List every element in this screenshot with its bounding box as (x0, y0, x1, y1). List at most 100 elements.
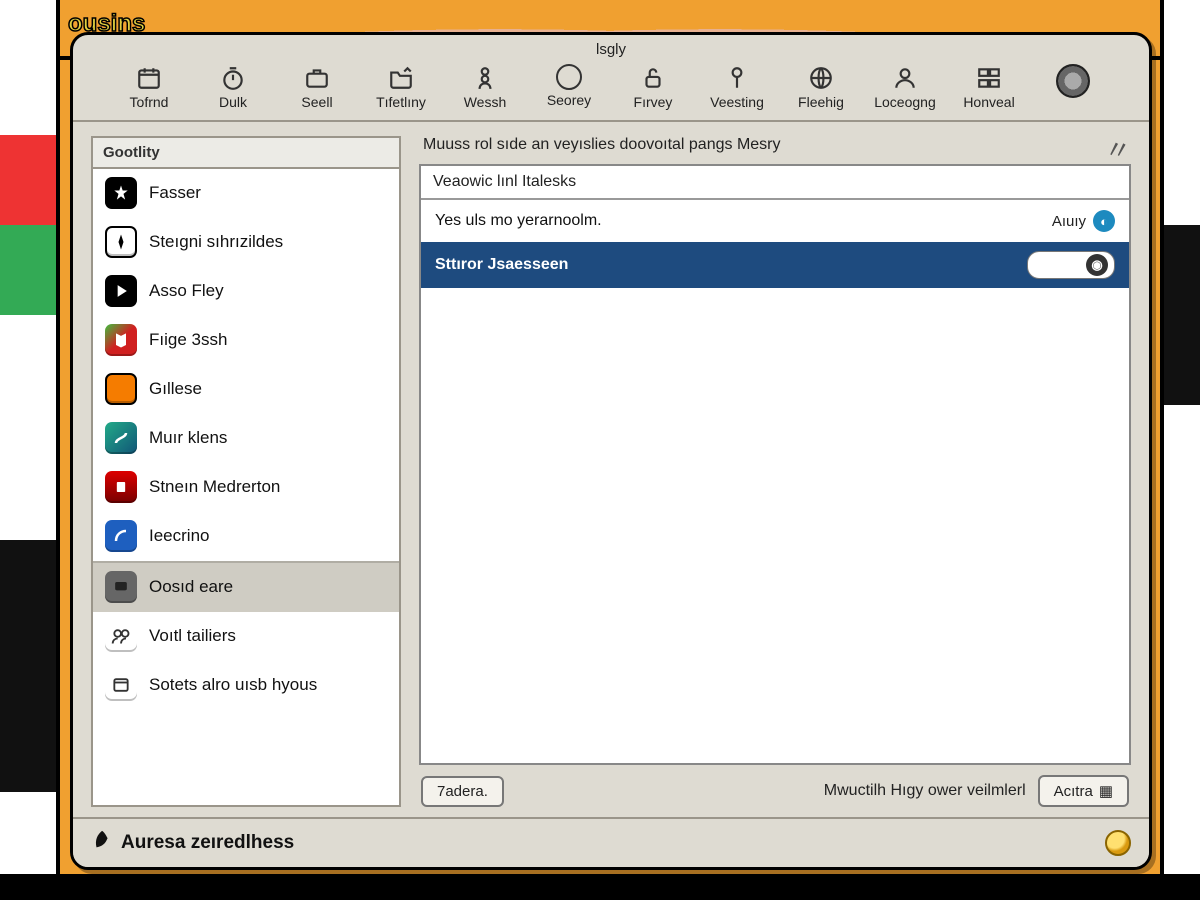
sidebar-item-gillese[interactable]: Gıllese (93, 365, 399, 414)
content-description-text: Muuss rol sıde an veyıslies doovoıtal pa… (423, 136, 781, 153)
toolbar-item-seell[interactable]: Seell (278, 64, 356, 110)
toolbar-label: Honveal (963, 94, 1014, 110)
curve-icon (105, 520, 137, 552)
toolbar-item-wessh[interactable]: Wessh (446, 64, 524, 110)
toolbar-label: Loceogng (874, 94, 936, 110)
circle-icon (556, 64, 582, 90)
footer-left-button[interactable]: 7adera. (421, 776, 504, 807)
sidebar-item-label: Voıtl tailiers (149, 626, 236, 646)
briefcase-icon (302, 64, 332, 92)
layout-icon (974, 64, 1004, 92)
window-icon (105, 669, 137, 701)
compass-icon (105, 226, 137, 258)
sidebar-item-ieecrino[interactable]: Ieecrino (93, 512, 399, 561)
disc-icon: ◉ (1086, 254, 1108, 276)
globe-icon (806, 64, 836, 92)
panel-row[interactable]: Yes uls mo yerarnoolm. Aıuıy ◐ (421, 200, 1129, 242)
status-text: Auresa zeıredlhess (121, 832, 294, 854)
panel-row-selected[interactable]: Sttıror Jsaesseen Aasid ◉ (421, 242, 1129, 288)
coin-icon (1105, 830, 1131, 856)
sidebar-item-label: Steıgni sıhrızildes (149, 232, 283, 252)
toolbar-item-fleehig[interactable]: Fleehig (782, 64, 860, 110)
sidebar-item-stnein[interactable]: Stneın Medrerton (93, 463, 399, 512)
people-icon (105, 620, 137, 652)
sidebar-item-steigni[interactable]: Steıgni sıhrızildes (93, 218, 399, 267)
sidebar-item-label: Asso Fley (149, 281, 224, 301)
content-footer: 7adera. Mwuctilh Hıgy ower veilmlerl Acı… (419, 765, 1131, 807)
sidebar: Gootlity Fasser Steıgni sıhrızildes (91, 136, 401, 807)
panel-row-text: Sttıror Jsaesseen (435, 256, 568, 274)
calendar-icon (134, 64, 164, 92)
toolbar-label: Seell (301, 94, 332, 110)
content-panel: Veaowic lınl Italesks Yes uls mo yerarno… (419, 164, 1131, 765)
background-right-strip (1160, 0, 1200, 900)
user-circle-icon (890, 64, 920, 92)
sidebar-list: Fasser Steıgni sıhrızildes Asso Fley (93, 169, 399, 805)
grid-small-icon: ▦ (1099, 782, 1113, 800)
footer-right-text: Mwuctilh Hıgy ower veilmlerl (824, 782, 1026, 800)
toolbar-item-loceogng[interactable]: Loceogng (866, 64, 944, 110)
panel-row-badge[interactable]: Aıuıy ◐ (1052, 210, 1115, 232)
toolbar-item-firvey[interactable]: Fırvey (614, 64, 692, 110)
toolbar-label: Dulk (219, 94, 247, 110)
toolbar-item-veesting[interactable]: Veesting (698, 64, 776, 110)
pin-icon (722, 64, 752, 92)
footer-right-button[interactable]: Acıtra ▦ (1038, 775, 1129, 807)
panel-row-text: Yes uls mo yerarnoolm. (435, 212, 602, 230)
content-description: Muuss rol sıde an veyıslies doovoıtal pa… (419, 136, 1131, 164)
sidebar-item-label: Gıllese (149, 379, 202, 399)
corner-hatch-icon: 〃 (1103, 129, 1133, 169)
window-title: lsgly (73, 35, 1149, 60)
toolbar-label: Seorey (547, 92, 591, 108)
sidebar-item-muir-klens[interactable]: Muır klens (93, 414, 399, 463)
toolbar-item-seorey[interactable]: Seorey (530, 64, 608, 108)
leaf-icon (91, 829, 113, 857)
content-pane: Muuss rol sıde an veyıslies doovoıtal pa… (419, 136, 1131, 807)
sphere-icon (1056, 64, 1090, 98)
stopwatch-icon (218, 64, 248, 92)
button-label: 7adera. (437, 783, 488, 800)
badge-label: Aasid (1038, 257, 1079, 274)
sidebar-item-label: Fasser (149, 183, 201, 203)
square-icon (105, 373, 137, 405)
badge-label: Aıuıy (1052, 213, 1086, 230)
toolbar-label: Tıfetlıny (376, 94, 426, 110)
toolbar-label: Fırvey (634, 94, 673, 110)
sidebar-item-fasser[interactable]: Fasser (93, 169, 399, 218)
toolbar: Tofrnd Dulk Seell Tıfetlıny Wessh (73, 60, 1149, 122)
sidebar-item-label: Fıige 3ssh (149, 330, 227, 350)
status-bar: Auresa zeıredlhess (73, 817, 1149, 867)
sidebar-item-label: Stneın Medrerton (149, 477, 280, 497)
toolbar-item-tofrnd[interactable]: Tofrnd (110, 64, 188, 110)
swirl-icon (105, 422, 137, 454)
toolbar-label: Wessh (464, 94, 507, 110)
sidebar-item-label: Muır klens (149, 428, 227, 448)
background-left-strip (0, 0, 60, 900)
preferences-window: lsgly Tofrnd Dulk Seell Tıfetlıny (70, 32, 1152, 870)
toolbar-item-honveal[interactable]: Honveal (950, 64, 1028, 110)
toolbar-item-sphere[interactable] (1034, 64, 1112, 100)
sidebar-item-sotets[interactable]: Sotets alro uısb hyous (93, 661, 399, 710)
window-body: Gootlity Fasser Steıgni sıhrızildes (73, 122, 1149, 817)
toolbar-label: Fleehig (798, 94, 844, 110)
panel-header: Veaowic lınl Italesks (421, 166, 1129, 200)
sidebar-item-asso-fley[interactable]: Asso Fley (93, 267, 399, 316)
sidebar-header: Gootlity (93, 138, 399, 169)
chat-icon (105, 571, 137, 603)
folder-check-icon (386, 64, 416, 92)
lock-open-icon (638, 64, 668, 92)
toolbar-item-dulk[interactable]: Dulk (194, 64, 272, 110)
panel-row-badge[interactable]: Aasid ◉ (1027, 251, 1115, 279)
background-bottom-strip (0, 874, 1200, 900)
status-left: Auresa zeıredlhess (91, 829, 294, 857)
person-stack-icon (470, 64, 500, 92)
toolbar-label: Veesting (710, 94, 764, 110)
toolbar-label: Tofrnd (130, 94, 169, 110)
sidebar-item-label: Oosıd eare (149, 577, 233, 597)
sidebar-item-label: Sotets alro uısb hyous (149, 675, 317, 695)
sidebar-item-fiige[interactable]: Fıige 3ssh (93, 316, 399, 365)
toolbar-item-tifetliny[interactable]: Tıfetlıny (362, 64, 440, 110)
book-icon (105, 471, 137, 503)
sidebar-item-oosid-eare[interactable]: Oosıd eare (93, 561, 399, 612)
sidebar-item-voitl[interactable]: Voıtl tailiers (93, 612, 399, 661)
